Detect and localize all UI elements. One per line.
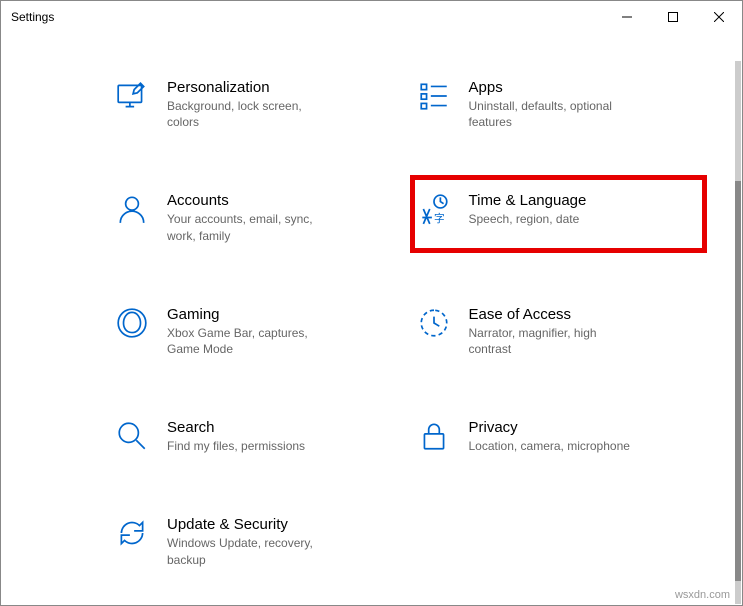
tile-text: Accounts Your accounts, email, sync, wor… [167,192,337,243]
tile-title: Privacy [469,419,630,436]
tile-desc: Xbox Game Bar, captures, Game Mode [167,325,337,357]
tile-desc: Background, lock screen, colors [167,98,337,130]
maximize-button[interactable] [650,1,696,33]
tile-title: Ease of Access [469,306,639,323]
settings-content: Personalization Background, lock screen,… [1,33,734,605]
watermark: wsxdn.com [675,589,730,601]
tile-desc: Windows Update, recovery, backup [167,535,337,567]
window-controls [604,1,742,33]
privacy-icon [417,419,451,453]
tile-update-security[interactable]: Update & Security Windows Update, recove… [111,510,403,573]
tile-desc: Speech, region, date [469,211,587,227]
tile-apps[interactable]: Apps Uninstall, defaults, optional featu… [413,73,705,136]
update-security-icon [115,516,149,550]
tile-text: Apps Uninstall, defaults, optional featu… [469,79,639,130]
tile-privacy[interactable]: Privacy Location, camera, microphone [413,413,705,460]
tile-personalization[interactable]: Personalization Background, lock screen,… [111,73,403,136]
tile-title: Accounts [167,192,337,209]
settings-window: Settings Personalization Background, loc… [0,0,743,606]
search-icon [115,419,149,453]
close-button[interactable] [696,1,742,33]
tile-desc: Uninstall, defaults, optional features [469,98,639,130]
window-title: Settings [11,10,54,24]
tile-desc: Narrator, magnifier, high contrast [469,325,639,357]
tile-title: Personalization [167,79,337,96]
tile-gaming[interactable]: Gaming Xbox Game Bar, captures, Game Mod… [111,300,403,363]
gaming-icon [115,306,149,340]
settings-grid: Personalization Background, lock screen,… [111,73,704,574]
tile-text: Personalization Background, lock screen,… [167,79,337,130]
tile-desc: Location, camera, microphone [469,438,630,454]
minimize-button[interactable] [604,1,650,33]
tile-desc: Your accounts, email, sync, work, family [167,211,337,243]
tile-ease-of-access[interactable]: Ease of Access Narrator, magnifier, high… [413,300,705,363]
maximize-icon [668,12,678,22]
tile-text: Gaming Xbox Game Bar, captures, Game Mod… [167,306,337,357]
ease-of-access-icon [417,306,451,340]
tile-search[interactable]: Search Find my files, permissions [111,413,403,460]
tile-title: Update & Security [167,516,337,533]
accounts-icon [115,192,149,226]
tile-text: Ease of Access Narrator, magnifier, high… [469,306,639,357]
scrollbar[interactable] [735,61,741,604]
close-icon [714,12,724,22]
tile-title: Gaming [167,306,337,323]
tile-title: Time & Language [469,192,587,209]
apps-icon [417,79,451,113]
tile-accounts[interactable]: Accounts Your accounts, email, sync, wor… [111,186,403,249]
time-language-icon: 字 [417,192,451,226]
tile-text: Time & Language Speech, region, date [469,192,587,227]
tile-desc: Find my files, permissions [167,438,305,454]
tile-text: Update & Security Windows Update, recove… [167,516,337,567]
tile-text: Search Find my files, permissions [167,419,305,454]
scrollbar-thumb[interactable] [735,181,741,581]
tile-text: Privacy Location, camera, microphone [469,419,630,454]
tile-time-language[interactable]: 字 Time & Language Speech, region, date [413,178,705,249]
svg-text:字: 字 [434,212,445,225]
tile-title: Apps [469,79,639,96]
personalization-icon [115,79,149,113]
minimize-icon [622,12,632,22]
tile-title: Search [167,419,305,436]
